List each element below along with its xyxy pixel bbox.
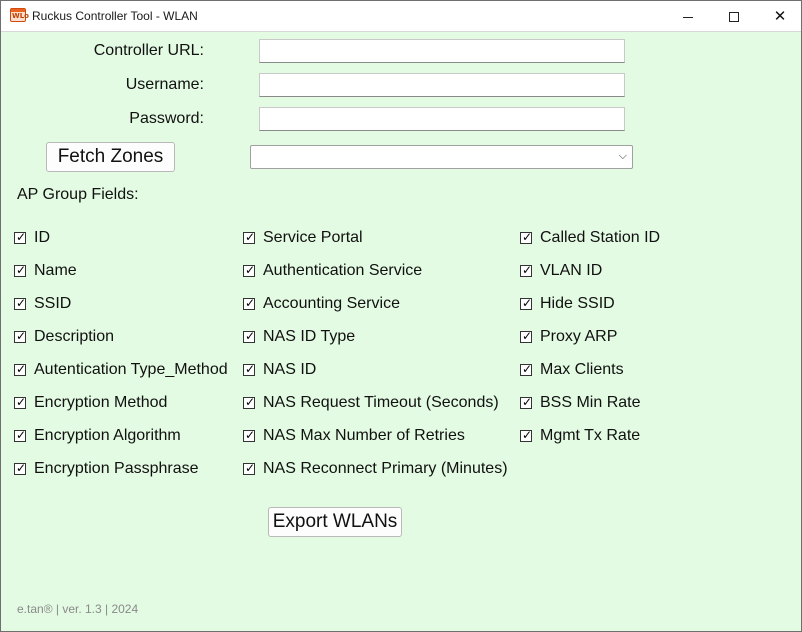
check-icon: ✓ <box>522 395 533 409</box>
check-icon: ✓ <box>16 395 27 409</box>
field-label: Hide SSID <box>540 295 615 312</box>
app-icon: WLo <box>10 8 29 22</box>
field-label: BSS Min Rate <box>540 394 641 411</box>
fetch-zones-button[interactable]: Fetch Zones <box>46 142 175 172</box>
check-icon: ✓ <box>522 230 533 244</box>
checkbox[interactable]: ✓ <box>243 263 256 277</box>
check-icon: ✓ <box>16 362 27 376</box>
check-icon: ✓ <box>245 230 256 244</box>
field-label: VLAN ID <box>540 262 603 279</box>
checkbox[interactable]: ✓ <box>520 428 533 442</box>
app-icon-glyph: WLo <box>12 12 29 20</box>
field-label: Encryption Algorithm <box>34 427 181 444</box>
checkbox[interactable]: ✓ <box>14 395 27 409</box>
field-label: NAS ID Type <box>263 328 356 345</box>
checkbox[interactable]: ✓ <box>243 362 256 376</box>
checkbox[interactable]: ✓ <box>520 329 533 343</box>
field-label: Service Portal <box>263 229 363 246</box>
check-icon: ✓ <box>245 461 256 475</box>
checkbox[interactable]: ✓ <box>520 230 533 244</box>
maximize-button[interactable] <box>711 1 757 32</box>
check-icon: ✓ <box>16 263 27 277</box>
field-label: Accounting Service <box>263 295 400 312</box>
password-field[interactable] <box>259 107 625 131</box>
field-label: Encryption Method <box>34 394 168 411</box>
checkbox[interactable]: ✓ <box>14 362 27 376</box>
check-icon: ✓ <box>245 428 256 442</box>
check-icon: ✓ <box>16 230 27 244</box>
export-wlans-button[interactable]: Export WLANs <box>268 507 402 537</box>
field-label: Authentication Service <box>263 262 423 279</box>
field-label: NAS ID <box>263 361 317 378</box>
checkbox[interactable]: ✓ <box>243 428 256 442</box>
checkbox[interactable]: ✓ <box>520 362 533 376</box>
check-icon: ✓ <box>16 329 27 343</box>
chevron-down-icon: ⌵ <box>618 149 627 162</box>
checkbox[interactable]: ✓ <box>243 329 256 343</box>
close-button[interactable]: ✕ <box>757 1 802 32</box>
controller-url-label: Controller URL: <box>93 42 204 59</box>
check-icon: ✓ <box>16 428 27 442</box>
checkbox[interactable]: ✓ <box>243 230 256 244</box>
checkbox[interactable]: ✓ <box>14 296 27 310</box>
check-icon: ✓ <box>16 296 27 310</box>
field-label: NAS Reconnect Primary (Minutes) <box>263 460 508 477</box>
window-title: Ruckus Controller Tool - WLAN <box>32 9 198 23</box>
ap-group-fields-heading: AP Group Fields: <box>17 186 139 203</box>
checkbox[interactable]: ✓ <box>243 395 256 409</box>
field-label: Proxy ARP <box>540 328 618 345</box>
check-icon: ✓ <box>16 461 27 475</box>
username-field[interactable] <box>259 73 625 97</box>
field-label: Mgmt Tx Rate <box>540 427 641 444</box>
maximize-icon <box>729 11 739 22</box>
check-icon: ✓ <box>522 428 533 442</box>
checkbox[interactable]: ✓ <box>520 263 533 277</box>
field-label: NAS Request Timeout (Seconds) <box>263 394 499 411</box>
field-label: Called Station ID <box>540 229 661 246</box>
checkbox[interactable]: ✓ <box>243 461 256 475</box>
check-icon: ✓ <box>245 296 256 310</box>
check-icon: ✓ <box>245 329 256 343</box>
checkbox[interactable]: ✓ <box>243 296 256 310</box>
close-icon: ✕ <box>773 7 787 25</box>
field-label: Max Clients <box>540 361 624 378</box>
check-icon: ✓ <box>522 329 533 343</box>
field-label: SSID <box>34 295 72 312</box>
check-icon: ✓ <box>245 395 256 409</box>
checkbox[interactable]: ✓ <box>14 263 27 277</box>
app-window: WLo Ruckus Controller Tool - WLAN ✕ Cont… <box>0 0 802 632</box>
field-label: NAS Max Number of Retries <box>263 427 465 444</box>
check-icon: ✓ <box>245 263 256 277</box>
password-label: Password: <box>129 110 204 127</box>
field-label: Autentication Type_Method <box>34 361 228 378</box>
zone-select[interactable]: ⌵ <box>250 145 633 169</box>
check-icon: ✓ <box>245 362 256 376</box>
controller-url-field[interactable] <box>259 39 625 63</box>
field-label: Encryption Passphrase <box>34 460 199 477</box>
field-label: Description <box>34 328 115 345</box>
checkbox[interactable]: ✓ <box>14 428 27 442</box>
title-bar[interactable]: WLo Ruckus Controller Tool - WLAN ✕ <box>1 1 801 32</box>
check-icon: ✓ <box>522 296 533 310</box>
minimize-icon <box>683 16 693 18</box>
check-icon: ✓ <box>522 362 533 376</box>
checkbox[interactable]: ✓ <box>14 461 27 475</box>
field-label: ID <box>34 229 50 246</box>
version-footer: e.tan® | ver. 1.3 | 2024 <box>17 602 139 616</box>
checkbox[interactable]: ✓ <box>520 395 533 409</box>
field-label: Name <box>34 262 77 279</box>
minimize-button[interactable] <box>665 1 711 32</box>
checkbox[interactable]: ✓ <box>14 230 27 244</box>
check-icon: ✓ <box>522 263 533 277</box>
username-label: Username: <box>125 76 204 93</box>
checkbox[interactable]: ✓ <box>520 296 533 310</box>
checkbox[interactable]: ✓ <box>14 329 27 343</box>
